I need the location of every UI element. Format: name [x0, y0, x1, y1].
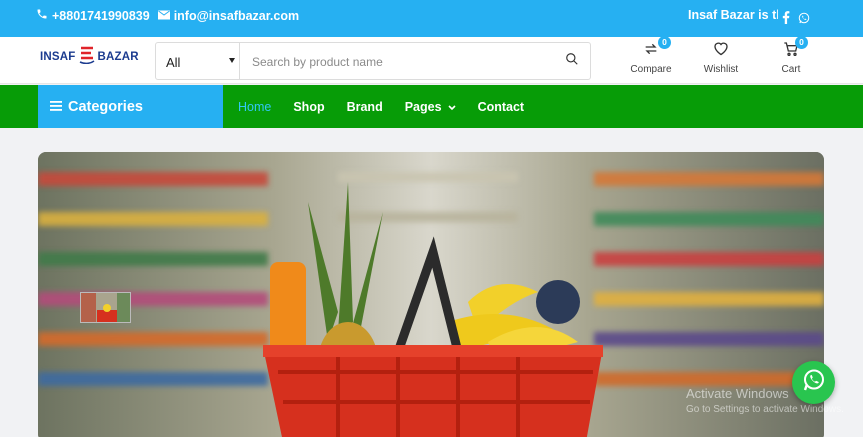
search-button[interactable] — [554, 43, 590, 79]
announcement-marquee: Insaf Bazar is the l — [688, 8, 778, 22]
contact-info: +8801741990839 info@insafbazar.com — [36, 8, 307, 23]
logo-text-left: INSAF — [40, 50, 76, 63]
nav-item-label: Shop — [293, 99, 325, 114]
categories-menu-button[interactable]: Categories — [38, 85, 223, 128]
supermarket-thumbnail-image — [81, 293, 130, 322]
categories-label: Categories — [68, 98, 143, 115]
nav-item-contact[interactable]: Contact — [478, 100, 525, 114]
envelope-icon — [157, 9, 174, 23]
whatsapp-chat-button[interactable] — [792, 361, 835, 404]
top-bar: +8801741990839 info@insafbazar.com Insaf… — [0, 0, 863, 37]
logo-text-right: BAZAR — [97, 50, 139, 63]
chevron-down-icon — [229, 58, 235, 63]
hamburger-menu-icon — [50, 99, 68, 115]
whatsapp-icon[interactable] — [798, 12, 810, 24]
nav-item-label: Contact — [477, 99, 525, 114]
search-icon — [565, 52, 579, 71]
watermark-title: Activate Windows — [686, 386, 789, 401]
search-input[interactable]: Search by product name — [240, 43, 554, 79]
nav-menu: Home Shop Brand Pages Contact — [238, 85, 546, 128]
nav-item-pages[interactable]: Pages — [405, 100, 456, 114]
chevron-down-icon — [442, 100, 456, 114]
site-logo[interactable]: INSAF BAZAR — [40, 46, 139, 67]
phone-link[interactable]: +8801741990839 — [36, 8, 150, 23]
nav-item-label: Brand — [346, 99, 383, 114]
main-navigation: Categories Home Shop Brand Pages Contact — [0, 85, 863, 128]
cart-count-badge: 0 — [795, 36, 808, 49]
wishlist-button[interactable]: Wishlist — [691, 40, 751, 75]
category-select[interactable]: All — [156, 43, 240, 79]
nav-item-label: Pages — [404, 99, 442, 114]
logo-mark-icon — [79, 46, 95, 67]
search-bar: All Search by product name — [155, 42, 591, 80]
nav-item-label: Home — [238, 99, 272, 114]
phone-number: +8801741990839 — [52, 8, 150, 23]
whatsapp-icon — [802, 368, 826, 397]
compare-button[interactable]: 0 Compare — [621, 36, 681, 75]
nav-item-brand[interactable]: Brand — [347, 100, 383, 114]
header: INSAF BAZAR All Search by product name 0… — [0, 36, 863, 84]
nav-item-home[interactable]: Home — [238, 100, 271, 114]
cart-button[interactable]: 0 Cart — [761, 36, 821, 75]
phone-icon — [36, 8, 52, 23]
watermark-subtitle: Go to Settings to activate Windows. — [686, 404, 844, 415]
compare-count-badge: 0 — [658, 36, 671, 49]
category-select-value: All — [166, 55, 181, 70]
cart-label: Cart — [781, 64, 801, 75]
social-links — [782, 11, 818, 24]
compare-arrows-icon — [643, 41, 659, 60]
email-address: info@insafbazar.com — [173, 8, 300, 23]
nav-item-shop[interactable]: Shop — [293, 100, 324, 114]
heart-icon — [713, 41, 729, 59]
compare-label: Compare — [630, 64, 672, 75]
email-link[interactable]: info@insafbazar.com — [157, 8, 300, 23]
slider-thumbnail[interactable] — [80, 292, 131, 323]
facebook-icon[interactable] — [782, 11, 790, 24]
wishlist-label: Wishlist — [703, 64, 739, 75]
